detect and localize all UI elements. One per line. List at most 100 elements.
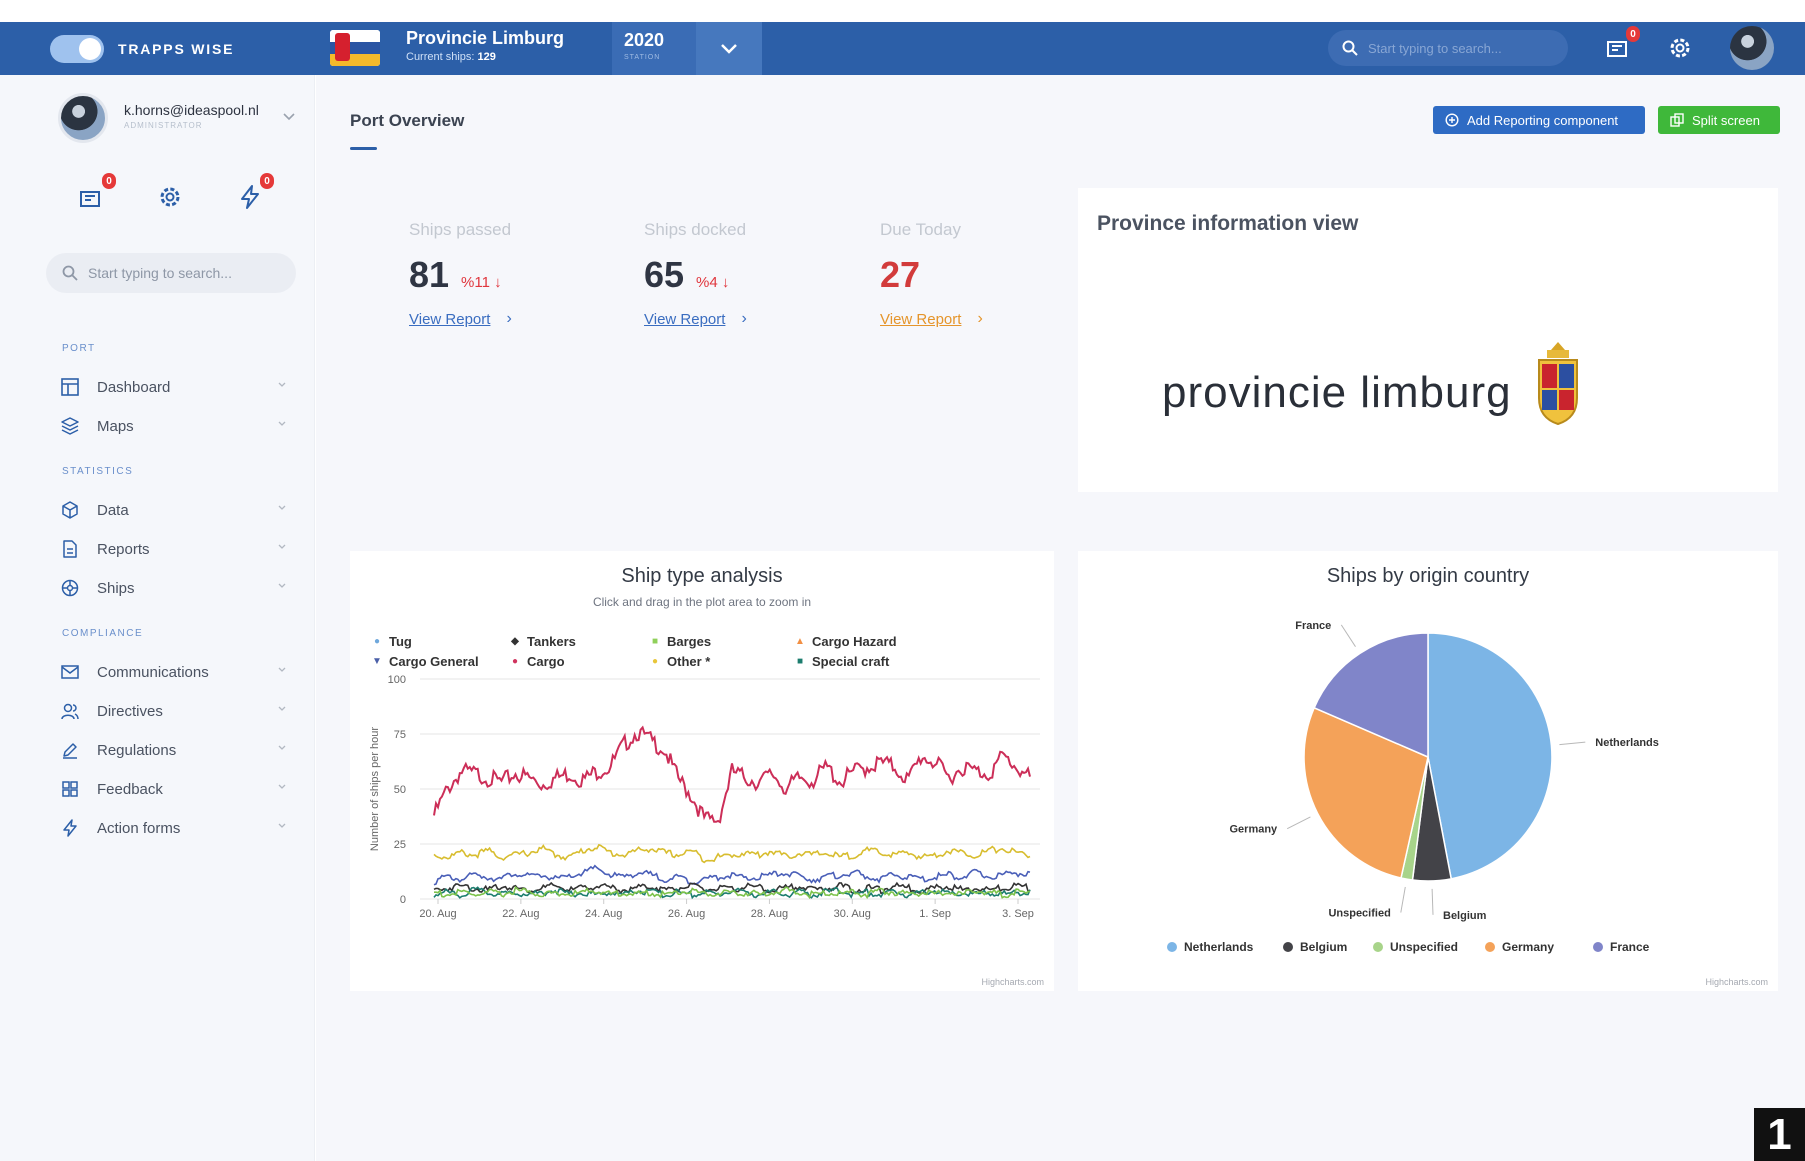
legend-marker[interactable] bbox=[1167, 942, 1177, 952]
chevron-down-icon[interactable] bbox=[283, 113, 295, 121]
pie-connector bbox=[1559, 741, 1586, 746]
sidebar-item-label: Action forms bbox=[97, 819, 181, 837]
series-line-cargo-general[interactable] bbox=[433, 864, 1031, 886]
year-selector[interactable]: 2020 STATION bbox=[612, 22, 762, 75]
sidebar-search-input[interactable]: Start typing to search... bbox=[46, 253, 296, 293]
mail-icon bbox=[61, 665, 79, 679]
sidebar-item-regulations[interactable]: Regulations bbox=[60, 736, 286, 764]
sidebar-item-maps[interactable]: Maps bbox=[60, 412, 286, 440]
series-line-cargo[interactable] bbox=[433, 725, 1031, 824]
legend-label[interactable]: Belgium bbox=[1300, 940, 1347, 954]
avatar[interactable] bbox=[1730, 26, 1774, 70]
view-report-label: View Report bbox=[880, 310, 962, 328]
pie-slice-netherlands[interactable] bbox=[1427, 632, 1553, 880]
origin-pie-chart[interactable]: Netherlands Belgium Unspecified Germany Fran… bbox=[1078, 551, 1778, 991]
bolt-icon[interactable]: 0 bbox=[236, 173, 274, 213]
sidebar-item-communications[interactable]: Communications bbox=[60, 658, 286, 686]
x-tick-label: 30. Aug bbox=[834, 908, 871, 920]
split-screen-button[interactable]: Split screen bbox=[1658, 106, 1780, 134]
sidebar-item-label: Maps bbox=[97, 417, 134, 435]
dashboard-icon bbox=[61, 378, 79, 396]
user-avatar bbox=[58, 93, 108, 143]
pie-data-label: Germany bbox=[1229, 824, 1278, 836]
current-ships: Current ships: 129 bbox=[406, 51, 564, 63]
sidebar-item-action-forms[interactable]: Action forms bbox=[60, 814, 286, 842]
user-profile[interactable]: k.horns@ideaspool.nl ADMINISTRATOR bbox=[58, 93, 295, 143]
actions-badge: 0 bbox=[260, 173, 274, 189]
chevron-down-icon[interactable] bbox=[696, 22, 762, 75]
pie-data-label: Netherlands bbox=[1595, 737, 1659, 749]
chevron-down-icon bbox=[278, 706, 286, 711]
pie-data-label: Unspecified bbox=[1328, 908, 1390, 920]
gear-icon[interactable] bbox=[1666, 34, 1696, 64]
sidebar-item-ships[interactable]: Ships bbox=[60, 574, 286, 602]
pie-data-label: Belgium bbox=[1443, 910, 1487, 922]
province-information-card: Province information view provincie limb… bbox=[1078, 188, 1778, 492]
legend-label[interactable]: Germany bbox=[1502, 940, 1554, 954]
pie-connector bbox=[1400, 886, 1406, 913]
grid-icon bbox=[62, 781, 78, 797]
pie-connector bbox=[1431, 888, 1434, 915]
view-report-label: View Report bbox=[409, 310, 491, 328]
section-statistics: STATISTICS bbox=[62, 466, 134, 477]
page-title: Port Overview bbox=[350, 111, 465, 130]
stat-value: 81 bbox=[409, 254, 450, 295]
x-tick-label: 20. Aug bbox=[419, 908, 456, 920]
ship-type-line-chart[interactable]: 0 25 50 75 100 Number of ships per hour 20. Au… bbox=[350, 551, 1054, 991]
chart-credit[interactable]: Highcharts.com bbox=[981, 977, 1044, 987]
chevron-down-icon bbox=[278, 382, 286, 387]
y-tick-label: 50 bbox=[394, 784, 406, 796]
stat-value: 65 bbox=[644, 254, 685, 295]
pie-data-label: France bbox=[1295, 620, 1331, 632]
messages-icon[interactable]: 0 bbox=[1604, 26, 1640, 64]
legend-marker[interactable] bbox=[1593, 942, 1603, 952]
notifications-badge: 0 bbox=[1626, 26, 1640, 42]
stat-ships-passed: Ships passed 81 %11 ↓ View Report › bbox=[409, 220, 589, 328]
main-content: Port Overview Add Reporting component Sp… bbox=[316, 75, 1805, 1161]
sidebar-item-reports[interactable]: Reports bbox=[60, 535, 286, 563]
section-compliance: COMPLIANCE bbox=[62, 628, 144, 639]
view-report-label: View Report bbox=[644, 310, 726, 328]
messages-icon[interactable]: 0 bbox=[78, 173, 116, 213]
menu-toggle[interactable] bbox=[50, 34, 104, 63]
legend-marker[interactable] bbox=[1485, 942, 1495, 952]
chart-credit[interactable]: Highcharts.com bbox=[1705, 977, 1768, 987]
view-report-link[interactable]: View Report › bbox=[409, 310, 589, 328]
sidebar-item-label: Communications bbox=[97, 663, 209, 681]
split-screen-label: Split screen bbox=[1692, 112, 1760, 128]
brand[interactable]: TRAPPS WISE bbox=[50, 32, 234, 65]
messages-badge: 0 bbox=[102, 173, 116, 189]
sidebar-item-label: Ships bbox=[97, 579, 135, 597]
x-tick-label: 26. Aug bbox=[668, 908, 705, 920]
user-role: ADMINISTRATOR bbox=[124, 121, 203, 130]
legend-marker[interactable] bbox=[1373, 942, 1383, 952]
top-search-input[interactable]: Start typing to search... bbox=[1328, 30, 1568, 66]
x-tick-label: 28. Aug bbox=[751, 908, 788, 920]
sidebar-item-feedback[interactable]: Feedback bbox=[60, 775, 286, 803]
ship-wheel-icon bbox=[61, 579, 79, 597]
legend-label[interactable]: France bbox=[1610, 940, 1650, 954]
view-report-link[interactable]: View Report › bbox=[880, 310, 1060, 328]
y-tick-label: 25 bbox=[394, 839, 406, 851]
sidebar-item-label: Reports bbox=[97, 540, 150, 558]
legend-label[interactable]: Netherlands bbox=[1184, 940, 1254, 954]
sidebar-item-label: Feedback bbox=[97, 780, 163, 798]
add-reporting-component-button[interactable]: Add Reporting component bbox=[1433, 106, 1645, 134]
province-selector[interactable]: Provincie Limburg Current ships: 129 bbox=[406, 28, 564, 63]
gear-icon[interactable] bbox=[156, 183, 186, 213]
top-search-placeholder: Start typing to search... bbox=[1368, 40, 1502, 56]
sidebar-item-directives[interactable]: Directives bbox=[60, 697, 286, 725]
chevron-down-icon bbox=[278, 745, 286, 750]
sidebar-item-dashboard[interactable]: Dashboard bbox=[60, 373, 286, 401]
legend-marker[interactable] bbox=[1283, 942, 1293, 952]
x-tick-label: 3. Sep bbox=[1002, 908, 1034, 920]
view-report-link[interactable]: View Report › bbox=[644, 310, 824, 328]
coat-of-arms-icon bbox=[1538, 342, 1578, 426]
y-tick-label: 100 bbox=[388, 674, 406, 686]
stat-label: Ships docked bbox=[644, 220, 747, 239]
section-port: PORT bbox=[62, 343, 96, 354]
legend-label[interactable]: Unspecified bbox=[1390, 940, 1458, 954]
series-line-other-[interactable] bbox=[433, 843, 1031, 864]
x-tick-label: 1. Sep bbox=[919, 908, 951, 920]
sidebar-item-data[interactable]: Data bbox=[60, 496, 286, 524]
